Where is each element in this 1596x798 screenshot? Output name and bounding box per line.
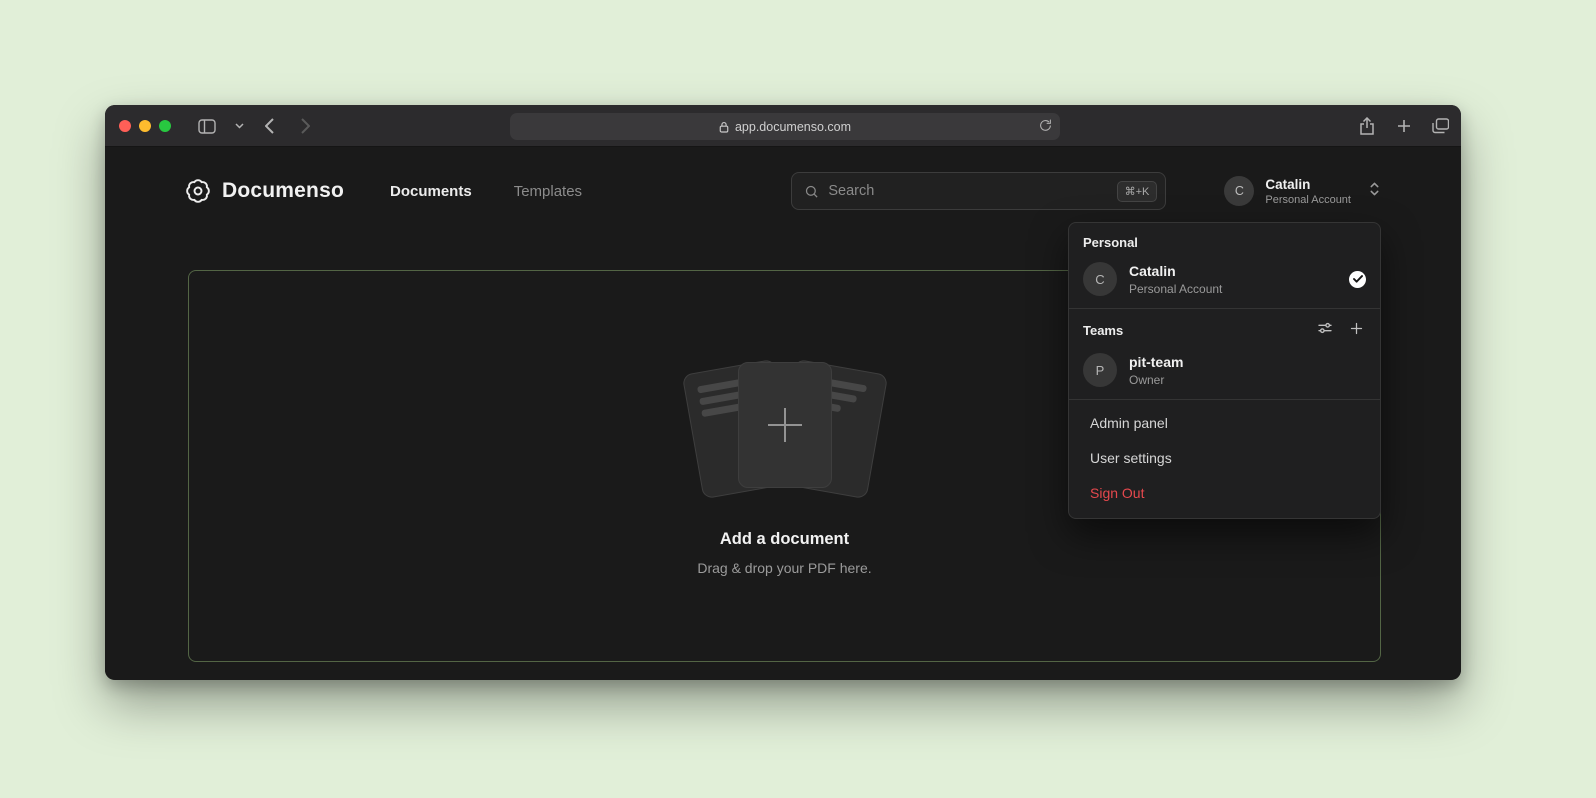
main-nav: Documents Templates [390, 183, 582, 200]
documenso-logo-icon [185, 178, 211, 204]
add-document-plus-icon [768, 408, 802, 442]
account-text: Catalin Personal Account [1265, 177, 1351, 206]
menu-item-admin-panel[interactable]: Admin panel [1069, 405, 1380, 440]
sidebar-menu-chevron-button[interactable] [227, 114, 251, 138]
chevron-up-down-icon [1368, 181, 1381, 202]
menu-teams-header: Teams [1069, 309, 1380, 349]
nav-templates[interactable]: Templates [514, 183, 582, 200]
sliders-icon [1317, 320, 1333, 336]
browser-window: app.documenso.com [105, 105, 1461, 680]
document-cards-illustration [665, 356, 905, 506]
sidebar-toggle-button[interactable] [195, 114, 219, 138]
account-subtitle: Personal Account [1265, 194, 1351, 206]
back-button[interactable] [257, 114, 281, 138]
nav-documents[interactable]: Documents [390, 183, 472, 200]
team-text: pit-team Owner [1129, 354, 1183, 387]
menu-team-item[interactable]: P pit-team Owner [1069, 349, 1380, 399]
lock-icon [719, 121, 729, 133]
search-box[interactable]: ⌘+K [791, 172, 1166, 210]
search-shortcut-badge: ⌘+K [1117, 181, 1158, 202]
team-avatar: P [1083, 353, 1117, 387]
minimize-window-button[interactable] [139, 120, 151, 132]
address-bar[interactable]: app.documenso.com [510, 113, 1060, 140]
account-name: Catalin [1265, 177, 1351, 192]
teams-header-actions [1317, 320, 1364, 341]
team-role: Owner [1129, 373, 1183, 387]
personal-account-name: Catalin [1129, 263, 1222, 279]
sidebar-icon [198, 119, 216, 134]
manage-teams-button[interactable] [1317, 320, 1333, 341]
chevron-right-icon [301, 118, 310, 134]
brand-name: Documenso [222, 179, 344, 203]
account-dropdown-menu: Personal C Catalin Personal Account Team… [1068, 222, 1381, 519]
forward-button[interactable] [293, 114, 317, 138]
team-name: pit-team [1129, 354, 1183, 370]
tabs-icon [1432, 118, 1449, 134]
personal-account-subtitle: Personal Account [1129, 282, 1222, 296]
new-tab-button[interactable] [1392, 114, 1416, 138]
share-button[interactable] [1355, 114, 1379, 138]
chevron-down-icon [235, 123, 244, 129]
address-text: app.documenso.com [735, 120, 851, 134]
document-card-center [738, 362, 832, 488]
dropzone-subtitle: Drag & drop your PDF here. [697, 560, 871, 576]
search-icon [804, 184, 819, 199]
tab-overview-button[interactable] [1428, 114, 1452, 138]
menu-personal-account-item[interactable]: C Catalin Personal Account [1069, 258, 1380, 308]
share-icon [1359, 117, 1375, 135]
menu-item-user-settings[interactable]: User settings [1069, 440, 1380, 475]
account-avatar: C [1224, 176, 1254, 206]
add-team-button[interactable] [1349, 321, 1364, 341]
browser-titlebar: app.documenso.com [105, 105, 1461, 147]
close-window-button[interactable] [119, 120, 131, 132]
app-content: Documenso Documents Templates ⌘+K C Cata… [105, 147, 1461, 679]
plus-icon [1349, 321, 1364, 336]
menu-divider [1069, 399, 1380, 400]
brand[interactable]: Documenso [185, 178, 344, 204]
menu-section-personal: Personal [1069, 233, 1380, 258]
chevron-left-icon [265, 118, 274, 134]
plus-icon [1397, 119, 1411, 133]
personal-account-text: Catalin Personal Account [1129, 263, 1222, 296]
menu-section-teams: Teams [1083, 323, 1123, 338]
account-menu-trigger[interactable]: C Catalin Personal Account [1224, 176, 1381, 206]
selected-check-icon [1349, 271, 1366, 288]
zoom-window-button[interactable] [159, 120, 171, 132]
menu-item-sign-out[interactable]: Sign Out [1069, 475, 1380, 510]
reload-icon [1039, 118, 1052, 133]
search-input[interactable] [828, 183, 1107, 199]
traffic-lights [119, 120, 171, 132]
personal-avatar: C [1083, 262, 1117, 296]
dropzone-title: Add a document [720, 530, 849, 549]
reload-button[interactable] [1039, 118, 1052, 136]
